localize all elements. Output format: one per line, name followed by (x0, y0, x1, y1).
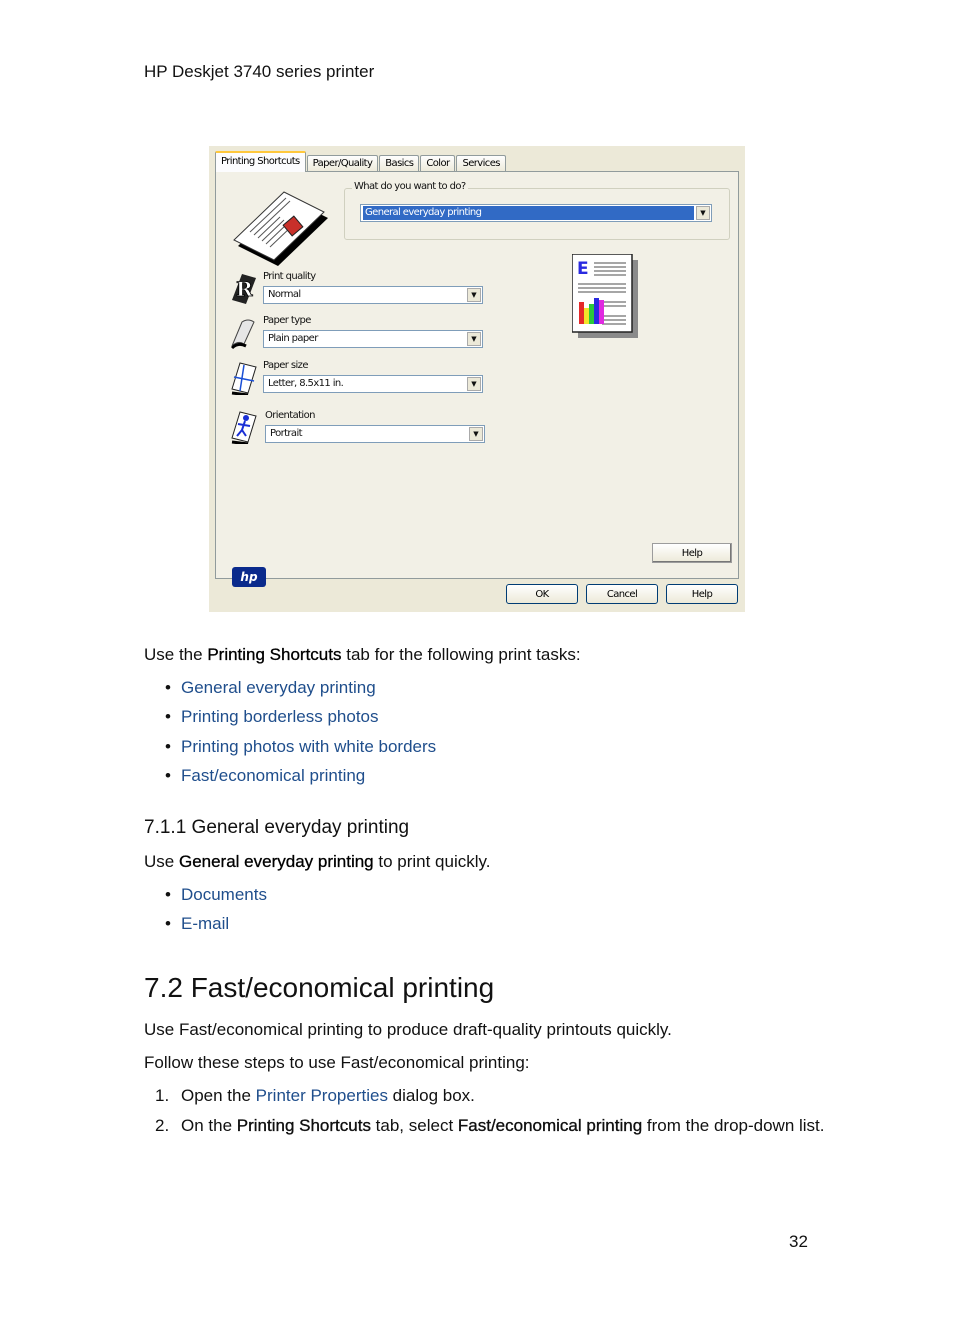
cancel-button[interactable]: Cancel (586, 584, 658, 604)
section-7-1-1-paragraph: Use General everyday printing to print q… (144, 852, 490, 872)
list-item: • Printing borderless photos (165, 707, 379, 727)
step-2: 2. On the Printing Shortcuts tab, select … (155, 1115, 841, 1137)
paper-type-label: Paper type (263, 315, 311, 326)
paper-type-dropdown[interactable]: Plain paper ▼ (263, 330, 483, 348)
step-text: tab, select (370, 1116, 458, 1135)
link-printing-photos-white-borders[interactable]: Printing photos with white borders (181, 737, 436, 756)
link-printing-borderless-photos[interactable]: Printing borderless photos (181, 707, 379, 726)
print-quality-icon: R (232, 274, 256, 304)
list-item: • Fast/economical printing (165, 765, 366, 785)
tab-panel: What do you want to do? General everyday… (215, 171, 739, 587)
paper-size-dropdown[interactable]: Letter, 8.5x11 in. ▼ (263, 375, 483, 393)
intro-prefix: Use the (144, 645, 208, 664)
link-general-everyday-printing[interactable]: General everyday printing (181, 678, 376, 697)
svg-text:R: R (236, 277, 253, 301)
step-text: from the drop-down list. (642, 1116, 825, 1135)
step-text: Open the (181, 1086, 256, 1105)
inner-help-button[interactable]: Help (652, 543, 732, 563)
paper-size-icon (231, 362, 257, 395)
link-documents[interactable]: Documents (181, 885, 267, 904)
step-bold: Printing Shortcuts (236, 1116, 371, 1135)
link-email[interactable]: E-mail (181, 914, 229, 933)
tab-basics[interactable]: Basics (379, 155, 420, 172)
help-button[interactable]: Help (666, 584, 738, 604)
print-quality-label: Print quality (263, 271, 316, 282)
list-item: • Documents (165, 885, 267, 904)
list-item: • General everyday printing (165, 678, 376, 697)
general-link-list: • Documents • E-mail (165, 885, 267, 944)
step-1: 1. Open the Printer Properties dialog box… (155, 1085, 815, 1107)
paper-size-label: Paper size (263, 360, 308, 371)
tab-color[interactable]: Color (420, 155, 456, 172)
chevron-down-icon[interactable]: ▼ (467, 332, 481, 346)
step-number: 2. (155, 1116, 170, 1135)
intro-suffix: tab for the following print tasks: (341, 645, 581, 664)
link-printer-properties[interactable]: Printer Properties (256, 1086, 388, 1105)
list-item: • Printing photos with white borders (165, 736, 437, 756)
paper-type-value: Plain paper (268, 333, 318, 344)
section-7-2-paragraph-2: Follow these steps to use Fast/economica… (144, 1053, 530, 1072)
section-heading-7-2: 7.2 Fast/economical printing (144, 972, 495, 1003)
intro-paragraph: Use the Printing Shortcuts tab for the f… (144, 645, 581, 665)
chevron-down-icon[interactable]: ▼ (467, 377, 481, 391)
tab-services[interactable]: Services (456, 155, 506, 172)
hp-logo: hp (232, 567, 266, 587)
running-header: HP Deskjet 3740 series printer (144, 62, 375, 81)
ok-button[interactable]: OK (506, 584, 578, 604)
printer-properties-dialog: Printing Shortcuts Paper/Quality Basics … (209, 146, 745, 612)
section-7-2-paragraph-1: Use Fast/economical printing to produce … (144, 1020, 672, 1039)
page-preview-icon: E (572, 254, 638, 338)
chevron-down-icon[interactable]: ▼ (696, 206, 710, 220)
task-dropdown[interactable]: General everyday printing ▼ (360, 204, 712, 222)
task-dropdown-value: General everyday printing (363, 206, 694, 220)
list-item: • E-mail (165, 914, 230, 934)
tab-paper-quality[interactable]: Paper/Quality (306, 155, 379, 172)
step-bold: Fast/economical printing (457, 1116, 643, 1135)
step-text: On the (181, 1116, 237, 1135)
print-quality-dropdown[interactable]: Normal ▼ (263, 286, 483, 304)
print-quality-value: Normal (268, 289, 301, 300)
link-fast-economical-printing[interactable]: Fast/economical printing (181, 766, 365, 785)
tab-strip: Printing Shortcuts Paper/Quality Basics … (215, 151, 507, 172)
task-link-list: • General everyday printing • Printing bor… (165, 678, 436, 795)
step-text: dialog box. (387, 1086, 475, 1105)
svg-text:E: E (577, 259, 588, 279)
tab-printing-shortcuts[interactable]: Printing Shortcuts (215, 151, 306, 172)
section-heading-7-1-1: 7.1.1 General everyday printing (144, 817, 410, 838)
para-suffix: to print quickly. (373, 852, 491, 871)
para-bold: General everyday printing (178, 852, 374, 871)
orientation-icon (231, 411, 257, 444)
task-group-label: What do you want to do? (352, 181, 468, 192)
orientation-label: Orientation (265, 410, 315, 421)
paper-size-value: Letter, 8.5x11 in. (268, 378, 344, 389)
newspaper-icon (233, 191, 328, 266)
step-number: 1. (155, 1086, 170, 1105)
chevron-down-icon[interactable]: ▼ (469, 427, 483, 441)
page-number: 32 (789, 1232, 808, 1251)
chevron-down-icon[interactable]: ▼ (467, 288, 481, 302)
orientation-value: Portrait (270, 428, 303, 439)
paper-type-icon (230, 319, 255, 350)
para-prefix: Use (144, 852, 179, 871)
orientation-dropdown[interactable]: Portrait ▼ (265, 425, 485, 443)
intro-bold: Printing Shortcuts (207, 645, 342, 664)
